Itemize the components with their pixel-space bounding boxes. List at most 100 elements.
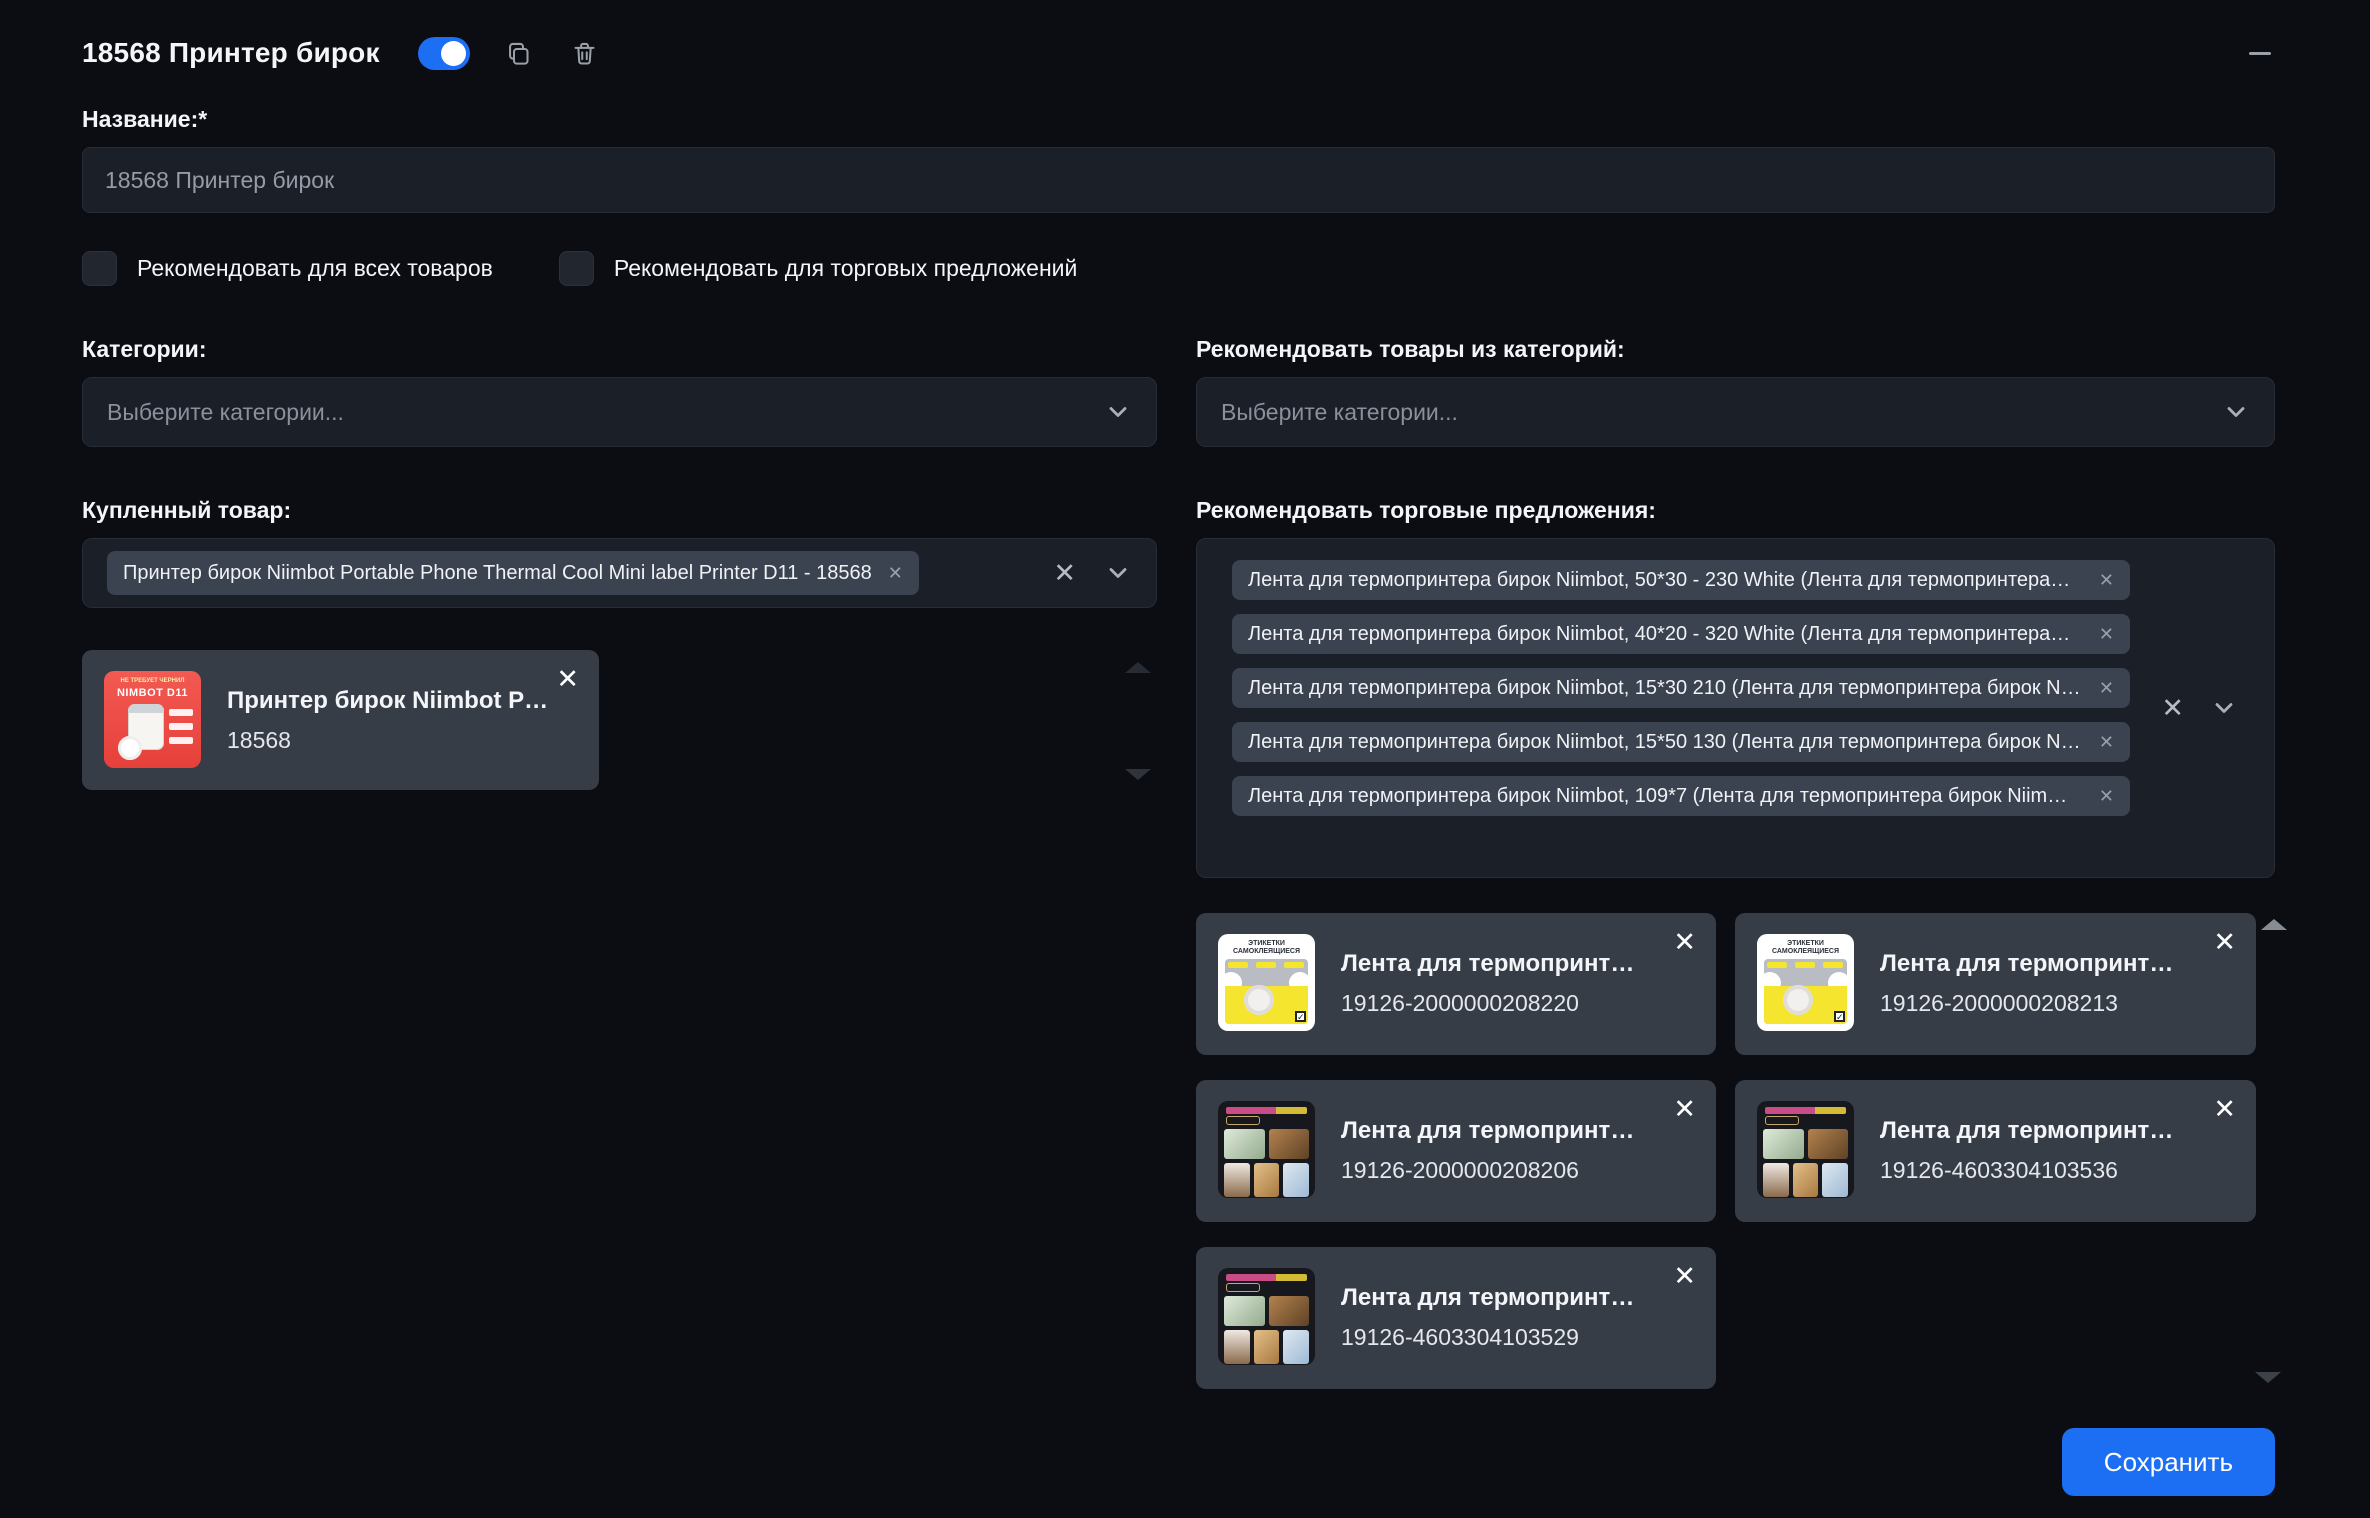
checkbox-box[interactable] (82, 251, 117, 286)
decor (1224, 1330, 1309, 1364)
card-title: Принтер бирок Niimbot Portab… (227, 687, 557, 715)
card-body: Лента для термопринтера би… 19126-460330… (1341, 1284, 1641, 1351)
active-toggle[interactable] (418, 37, 470, 70)
purchased-product-card: НЕ ТРЕБУЕТ ЧЕРНИЛ NIMBOT D11 Принтер бир… (82, 650, 599, 790)
decor (1284, 962, 1304, 968)
decor (1224, 1129, 1309, 1159)
offer-tag-text: Лента для термопринтера бирок Niimbot, 1… (1248, 731, 2081, 754)
close-icon[interactable]: ✕ (1673, 1096, 1696, 1123)
decor (1224, 1163, 1309, 1197)
offer-card: Лента для термопринтера би… 19126-200000… (1196, 1080, 1716, 1222)
recommend-offers-multiselect[interactable]: Лента для термопринтера бирок Niimbot, 5… (1196, 538, 2275, 878)
decor (1795, 962, 1815, 968)
card-body: Лента для термопринтера би… 19126-200000… (1880, 950, 2180, 1017)
list-scroll-arrows (1117, 650, 1157, 790)
close-icon[interactable]: ✕ (1673, 1263, 1696, 1290)
copy-icon[interactable] (502, 36, 536, 70)
remove-tag-icon[interactable]: ✕ (2085, 786, 2114, 807)
label-roll-shape (1244, 985, 1274, 1015)
offer-card: Лента для термопринтера би… 19126-460330… (1735, 1080, 2256, 1222)
remove-tag-icon[interactable]: ✕ (2085, 732, 2114, 753)
purchased-tag-text: Принтер бирок Niimbot Portable Phone The… (123, 562, 872, 585)
decor (1823, 962, 1843, 968)
offer-tag[interactable]: Лента для термопринтера бирок Niimbot, 1… (1232, 722, 2130, 762)
remove-tag-icon[interactable]: ✕ (2085, 570, 2114, 591)
card-title: Лента для термопринтера би… (1341, 950, 1641, 978)
decor-pill (169, 737, 193, 744)
product-image (1218, 1268, 1315, 1365)
recommended-cards-grid: ЭТИКЕТКИ САМОКЛЕЯЩИЕСЯ ✓ Лента для термо… (1196, 913, 2275, 1389)
minimize-icon[interactable] (2245, 38, 2275, 68)
decor (1763, 1129, 1848, 1159)
offer-tag-text: Лента для термопринтера бирок Niimbot, 1… (1248, 677, 2081, 700)
save-button[interactable]: Сохранить (2062, 1428, 2275, 1496)
chevron-down-icon[interactable] (1104, 559, 1132, 587)
product-image (1218, 1101, 1315, 1198)
offer-tag[interactable]: Лента для термопринтера бирок Niimbot, 5… (1232, 560, 2130, 600)
actions-bar: Сохранить (1196, 1428, 2275, 1496)
decor (1765, 1116, 1799, 1125)
name-input[interactable] (82, 147, 2275, 213)
product-image (1757, 1101, 1854, 1198)
multiselect-controls: ✕ (2161, 694, 2238, 722)
decor-pill (169, 723, 193, 730)
recommend-categories-label: Рекомендовать товары из категорий: (1196, 336, 2275, 363)
remove-tag-icon[interactable]: ✕ (2085, 624, 2114, 645)
select-placeholder: Выберите категории... (1221, 399, 1458, 426)
offer-tag[interactable]: Лента для термопринтера бирок Niimbot, 4… (1232, 614, 2130, 654)
chevron-down-icon[interactable] (2222, 398, 2250, 426)
trash-icon[interactable] (568, 36, 602, 70)
offer-tag[interactable]: Лента для термопринтера бирок Niimbot, 1… (1232, 668, 2130, 708)
offer-tag[interactable]: Лента для термопринтера бирок Niimbot, 1… (1232, 776, 2130, 816)
categories-section: Категории: Выберите категории... (82, 336, 1157, 447)
chevron-down-icon[interactable] (2210, 694, 2238, 722)
remove-tag-icon[interactable]: ✕ (2085, 678, 2114, 699)
card-code: 19126-4603304103529 (1341, 1324, 1641, 1351)
page-title: 18568 Принтер бирок (82, 37, 380, 69)
scroll-down-icon[interactable] (2255, 1372, 2281, 1383)
checkbox-recommend-all-products[interactable]: Рекомендовать для всех товаров (82, 251, 493, 286)
decor (1226, 1107, 1307, 1114)
label-roll-shape (1783, 985, 1813, 1015)
recommend-categories-select[interactable]: Выберите категории... (1196, 377, 2275, 447)
purchased-select[interactable]: Принтер бирок Niimbot Portable Phone The… (82, 538, 1157, 608)
product-recommendation-modal: 18568 Принтер бирок Название:* Рекомендо… (0, 0, 2370, 1518)
scroll-down-icon[interactable] (1125, 769, 1151, 780)
close-icon[interactable]: ✕ (1673, 929, 1696, 956)
product-image: НЕ ТРЕБУЕТ ЧЕРНИЛ NIMBOT D11 (104, 671, 201, 768)
left-column: Категории: Выберите категории... Купленн… (82, 336, 1157, 1496)
offer-tag-text: Лента для термопринтера бирок Niimbot, 5… (1248, 569, 2070, 592)
categories-label: Категории: (82, 336, 1157, 363)
scroll-up-icon[interactable] (2261, 919, 2287, 930)
product-image: ЭТИКЕТКИ САМОКЛЕЯЩИЕСЯ ✓ (1218, 934, 1315, 1031)
card-title: Лента для термопринтера би… (1341, 1284, 1641, 1312)
form-columns: Категории: Выберите категории... Купленн… (82, 336, 2275, 1496)
offer-tag-text: Лента для термопринтера бирок Niimbot, 1… (1248, 785, 2067, 808)
clear-select-icon[interactable]: ✕ (2161, 695, 2184, 722)
close-icon[interactable]: ✕ (2213, 929, 2236, 956)
offer-tag-text: Лента для термопринтера бирок Niimbot, 4… (1248, 623, 2070, 646)
recommend-offers-section: Рекомендовать торговые предложения: Лент… (1196, 497, 2275, 1496)
close-icon[interactable]: ✕ (2213, 1096, 2236, 1123)
purchased-tag[interactable]: Принтер бирок Niimbot Portable Phone The… (107, 551, 919, 595)
name-label: Название:* (82, 106, 2275, 133)
close-icon[interactable]: ✕ (556, 666, 579, 693)
image-caption: НЕ ТРЕБУЕТ ЧЕРНИЛ (104, 678, 201, 684)
clear-select-icon[interactable]: ✕ (1053, 560, 1076, 587)
checkbox-label: Рекомендовать для всех товаров (137, 255, 493, 282)
decor (1226, 1283, 1260, 1292)
categories-select[interactable]: Выберите категории... (82, 377, 1157, 447)
minimize-dash (2249, 52, 2271, 55)
right-column: Рекомендовать товары из категорий: Выбер… (1196, 336, 2275, 1496)
chevron-down-icon[interactable] (1104, 398, 1132, 426)
decor (1256, 962, 1276, 968)
image-caption: NIMBOT D11 (104, 687, 201, 699)
offer-card: ЭТИКЕТКИ САМОКЛЕЯЩИЕСЯ ✓ Лента для термо… (1196, 913, 1716, 1055)
checkbox-recommend-trade-offers[interactable]: Рекомендовать для торговых предложений (559, 251, 1078, 286)
checkbox-box[interactable] (559, 251, 594, 286)
decor: ✓ (1834, 1011, 1845, 1022)
toggle-knob (441, 41, 466, 66)
card-code: 19126-2000000208220 (1341, 990, 1641, 1017)
scroll-up-icon[interactable] (1125, 662, 1151, 673)
remove-tag-icon[interactable]: ✕ (888, 563, 903, 584)
